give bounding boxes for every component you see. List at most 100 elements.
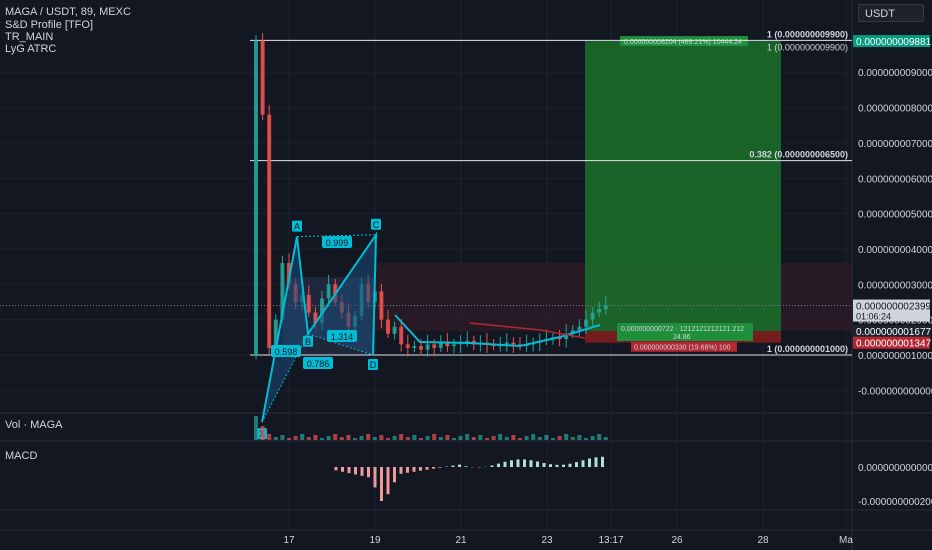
candle-body [306,294,311,313]
macd-pane-label[interactable]: MACD [5,450,37,462]
macd-bar [360,467,364,476]
price-tick-label: 0.000000006000 [858,174,932,185]
macd-bar [503,461,507,467]
pattern-ratio-label: 0.999 [326,238,349,248]
fib-label-duplicate: 1 (0.000000009900) [767,42,848,52]
candle-body [603,305,608,310]
macd-bar [380,467,383,501]
profit-zone [585,41,781,332]
time-tick-label: 21 [455,535,467,546]
volume-bar [597,434,602,440]
volume-bar [577,435,582,440]
price-badge-label: 0.000000009881 [856,37,932,48]
macd-bar [341,467,344,472]
volume-bar [399,434,404,440]
stop-label: 0.000000000330 (19.68%) 100 [634,345,731,352]
candle-body [260,40,265,115]
time-tick-label: 26 [671,535,683,546]
pattern-ratio-label: 0.598 [275,347,298,357]
candle-body [326,284,331,299]
candle-body [412,346,417,348]
volume-bar [590,436,595,440]
volume-bar [438,437,443,440]
macd-bar [568,463,572,467]
volume-bar [531,434,536,440]
chart-canvas[interactable]: 0.000000008204 (489.21%) 10444.240.00000… [0,0,932,550]
volume-bar [379,435,384,440]
volume-bar [306,437,311,440]
volume-bar [485,438,489,440]
volume-bar [491,436,496,440]
macd-bar [529,460,533,467]
price-tick-label: -0.000000000000 [858,386,932,397]
volume-bar [273,437,278,440]
candle-body [597,309,602,313]
volume-bar [564,434,569,440]
volume-bar [511,435,516,440]
price-tick-label: 0.000000004000 [858,245,932,256]
candle-body [254,40,258,355]
volume-bar [452,438,456,440]
macd-bar [542,462,546,467]
time-tick-label: 23 [541,535,553,546]
volume-bar [287,438,291,440]
macd-tick-label: -0.000000000200 [858,497,932,508]
entry-label-qty: 24.86 [673,334,691,341]
candle-body [267,114,272,348]
volume-pane-label[interactable]: Vol · MAGA [5,419,62,431]
volume-bar [504,437,509,440]
indicator-lyg-atrc[interactable]: LyG ATRC [5,43,56,55]
price-tick-label: 0.000000001000 [858,351,932,362]
candle-body [399,326,404,345]
macd-bar [386,467,390,495]
price-badge-label: 0.000000001677 [856,327,932,338]
macd-bar [601,456,604,467]
macd-bar [406,467,409,473]
price-tick-label: 0.000000005000 [858,210,932,221]
volume-bar [293,436,298,440]
volume-bar [366,434,371,440]
volume-bar [300,434,305,440]
macd-bar [555,464,559,467]
volume-bar [254,416,258,440]
candle-body [425,344,430,350]
symbol-title[interactable]: MAGA / USDT, 89, MEXC [5,6,131,18]
currency-selector[interactable]: USDT [858,4,924,22]
fib-label: 1 (0.000000009900) [767,29,848,39]
volume-bar [551,438,555,440]
volume-bar [478,435,483,440]
macd-bar [562,464,565,467]
macd-bar [490,465,494,467]
macd-bar [412,467,416,472]
volume-bar [346,435,351,440]
indicator-sd-profile[interactable]: S&D Profile [TFO] [5,19,93,31]
volume-bar [339,437,344,440]
macd-bar [581,460,585,467]
macd-bar [367,467,370,478]
macd-bar [399,467,403,474]
time-tick-label: 28 [757,535,769,546]
macd-bar [419,467,422,471]
time-tick-label: 19 [369,535,381,546]
macd-bar [523,459,526,467]
macd-bar [451,465,455,467]
volume-bar [544,435,549,440]
volume-bar [386,438,390,440]
macd-bar [549,464,552,467]
volume-bar [570,437,575,440]
macd-bar [347,467,351,474]
macd-bar [393,467,396,483]
volume-bar [359,436,364,440]
candle-body [584,319,588,327]
macd-bar [334,467,338,471]
volume-bar [458,436,463,440]
indicator-tr-main[interactable]: TR_MAIN [5,31,53,43]
pattern-point-label: C [373,220,380,230]
price-badge-label: 0.000000001347 [856,339,932,350]
volume-bar [412,435,417,440]
macd-bar [354,467,357,475]
candle-body [405,344,410,348]
macd-bar [432,467,435,469]
volume-bar [603,437,608,440]
volume-bar [557,436,562,440]
